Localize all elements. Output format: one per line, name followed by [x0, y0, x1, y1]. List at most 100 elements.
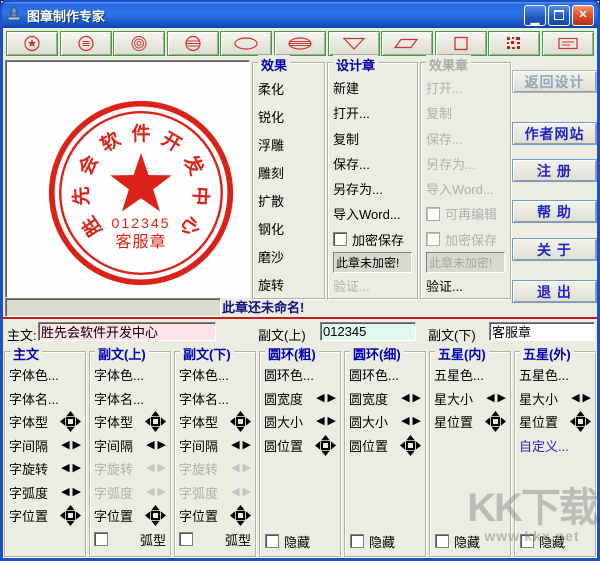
direction-pad-icon[interactable] — [145, 505, 166, 527]
direction-pad-icon[interactable] — [485, 411, 506, 433]
direction-pad-icon[interactable] — [315, 434, 336, 456]
left-arrow-icon[interactable]: ◀ — [146, 439, 154, 451]
effect-soften[interactable]: 柔化 — [258, 75, 319, 103]
left-arrow-icon[interactable]: ◀ — [571, 392, 579, 404]
effect-temper[interactable]: 钢化 — [258, 214, 319, 242]
left-arrow-icon[interactable]: ◀ — [61, 439, 69, 451]
cmd-字间隔[interactable]: 字间隔 — [94, 436, 133, 455]
right-arrow-icon[interactable]: ▶ — [328, 392, 336, 404]
design-copy[interactable]: 复制 — [333, 126, 412, 151]
cmd-圆位置[interactable]: 圆位置 — [349, 436, 388, 455]
cmd-字体型[interactable]: 字体型 — [94, 412, 133, 431]
left-arrow-icon[interactable]: ◀ — [61, 486, 69, 498]
right-arrow-icon[interactable]: ▶ — [413, 392, 421, 404]
right-arrow-icon[interactable]: ▶ — [583, 392, 591, 404]
checkbox-icon[interactable] — [435, 534, 449, 548]
effect-frost[interactable]: 磨沙 — [258, 242, 319, 270]
row-隐藏[interactable]: 隐藏 — [520, 533, 565, 550]
direction-pad-icon[interactable] — [230, 505, 251, 527]
row-隐藏[interactable]: 隐藏 — [435, 533, 480, 550]
left-arrow-icon[interactable]: ◀ — [316, 392, 324, 404]
cmd-圆大小[interactable]: 圆大小 — [349, 412, 388, 431]
cmd-星大小[interactable]: 星大小 — [434, 389, 473, 408]
cmd-圆大小[interactable]: 圆大小 — [264, 412, 303, 431]
cmd-圆宽度[interactable]: 圆宽度 — [349, 389, 388, 408]
cmd-字位置[interactable]: 字位置 — [94, 506, 133, 525]
cmd-字体名[interactable]: 字体名... — [9, 389, 59, 408]
row-弧型[interactable]: 弧型 — [179, 528, 251, 552]
minimize-button[interactable]: ▁ — [524, 4, 546, 26]
cmd-字位置[interactable]: 字位置 — [9, 506, 48, 525]
checkbox-icon[interactable] — [179, 532, 193, 547]
ellipse-banded-stamp-icon[interactable] — [273, 30, 326, 56]
left-arrow-icon[interactable]: ◀ — [61, 463, 69, 474]
cmd-字旋转[interactable]: 字旋转 — [9, 459, 48, 478]
author-website-button[interactable]: 作者网站 — [512, 122, 597, 145]
cmd-五星色[interactable]: 五星色... — [434, 365, 484, 384]
right-arrow-icon[interactable]: ▶ — [73, 439, 81, 451]
exit-button[interactable]: 退 出 — [512, 280, 597, 303]
cmd-字间隔[interactable]: 字间隔 — [179, 436, 218, 455]
triangle-stamp-icon[interactable] — [327, 30, 380, 56]
cmd-字间隔[interactable]: 字间隔 — [9, 436, 48, 455]
main-text-input[interactable] — [38, 322, 216, 341]
direction-pad-icon[interactable] — [570, 411, 591, 433]
right-arrow-icon[interactable]: ▶ — [73, 486, 81, 498]
round-banded-stamp-icon[interactable] — [166, 30, 219, 56]
row-隐藏[interactable]: 隐藏 — [350, 533, 395, 550]
maximize-button[interactable] — [548, 4, 570, 26]
cmd-星位置[interactable]: 星位置 — [519, 412, 558, 431]
checkbox-icon[interactable] — [333, 232, 347, 247]
sub-bottom-input[interactable] — [489, 322, 595, 341]
design-import-word[interactable]: 导入Word... — [333, 201, 412, 226]
effect-sharpen[interactable]: 锐化 — [258, 103, 319, 131]
direction-pad-icon[interactable] — [400, 434, 421, 456]
right-arrow-icon[interactable]: ▶ — [73, 463, 81, 474]
concentric-rings-icon[interactable] — [113, 30, 166, 56]
design-new[interactable]: 新建 — [333, 75, 412, 100]
direction-pad-icon[interactable] — [60, 505, 81, 527]
right-arrow-icon[interactable]: ▶ — [498, 392, 506, 404]
direction-pad-icon[interactable] — [145, 411, 166, 433]
right-arrow-icon[interactable]: ▶ — [158, 439, 166, 451]
cmd-字体色[interactable]: 字体色... — [94, 365, 144, 384]
square-stamp-icon[interactable] — [434, 30, 487, 56]
stamp-preview-canvas[interactable]: 胜先会软件开发中心 012345 客服章 — [5, 60, 250, 298]
cmd-字弧度[interactable]: 字弧度 — [9, 483, 48, 502]
cmd-圆位置[interactable]: 圆位置 — [264, 436, 303, 455]
row-弧型[interactable]: 弧型 — [94, 528, 166, 552]
cmd-字体色[interactable]: 字体色... — [179, 365, 229, 384]
design-encrypt-save-checkbox[interactable]: 加密保存 — [333, 227, 412, 252]
left-arrow-icon[interactable]: ◀ — [401, 416, 409, 427]
row-隐藏[interactable]: 隐藏 — [265, 533, 310, 550]
checkbox-icon[interactable] — [265, 534, 279, 548]
left-arrow-icon[interactable]: ◀ — [316, 416, 324, 427]
design-save[interactable]: 保存... — [333, 151, 412, 176]
left-arrow-icon[interactable]: ◀ — [231, 439, 239, 451]
link-自定义[interactable]: 自定义... — [519, 436, 569, 455]
cmd-字体型[interactable]: 字体型 — [179, 412, 218, 431]
right-arrow-icon[interactable]: ▶ — [413, 416, 421, 427]
cmd-星大小[interactable]: 星大小 — [519, 389, 558, 408]
checkbox-icon[interactable] — [94, 532, 108, 547]
ellipse-stamp-icon[interactable] — [220, 30, 273, 56]
sub-top-input[interactable] — [320, 322, 416, 341]
direction-pad-icon[interactable] — [230, 411, 251, 433]
about-button[interactable]: 关 于 — [512, 238, 597, 261]
effect-emboss[interactable]: 浮雕 — [258, 131, 319, 159]
checkbox-icon[interactable] — [350, 534, 364, 548]
cmd-圆环色[interactable]: 圆环色... — [349, 365, 399, 384]
left-arrow-icon[interactable]: ◀ — [486, 392, 494, 404]
cmd-字体色[interactable]: 字体色... — [9, 365, 59, 384]
effect-rotate[interactable]: 旋转 — [258, 270, 319, 298]
left-arrow-icon[interactable]: ◀ — [401, 392, 409, 404]
round-stamp-star-icon[interactable] — [6, 30, 58, 56]
cmd-字体名[interactable]: 字体名... — [179, 389, 229, 408]
effect-diffuse[interactable]: 扩散 — [258, 187, 319, 215]
direction-pad-icon[interactable] — [60, 411, 81, 433]
round-stamp-text-icon[interactable] — [59, 30, 112, 56]
design-open[interactable]: 打开... — [333, 100, 412, 125]
right-arrow-icon[interactable]: ▶ — [243, 439, 251, 451]
right-arrow-icon[interactable]: ▶ — [328, 416, 336, 427]
help-button[interactable]: 帮 助 — [512, 200, 597, 223]
